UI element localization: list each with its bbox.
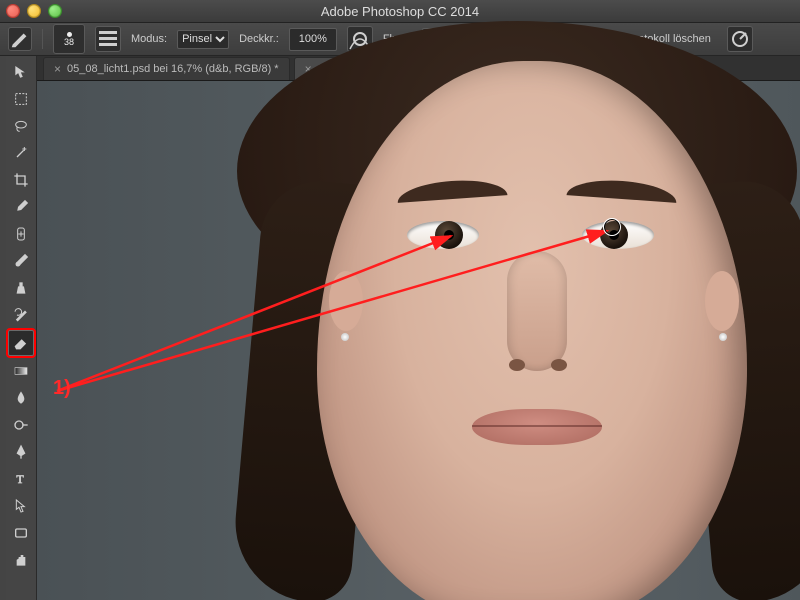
tab-label: 05_08_licht1.psd bei 16,7% (d&b, RGB/8) … [67, 63, 279, 75]
gradient-tool[interactable] [9, 359, 33, 383]
photo-earring [341, 333, 349, 341]
close-window-button[interactable] [6, 4, 20, 18]
crop-tool[interactable] [9, 168, 33, 192]
canvas-area[interactable]: 1) [37, 81, 800, 600]
brush-tool[interactable] [9, 249, 33, 273]
photo-ear [329, 271, 363, 331]
annotation-label: 1) [53, 377, 71, 400]
lasso-tool[interactable] [9, 114, 33, 138]
clone-stamp-tool[interactable] [9, 276, 33, 300]
photo-nose [507, 251, 567, 371]
photo-lips [472, 409, 602, 445]
tools-panel: T [6, 56, 37, 600]
active-tool-icon[interactable] [8, 27, 32, 51]
tab-close-icon[interactable]: × [54, 62, 61, 76]
blur-tool[interactable] [9, 386, 33, 410]
move-tool[interactable] [9, 60, 33, 84]
history-brush-tool[interactable] [9, 303, 33, 327]
brush-size-value: 38 [64, 38, 74, 47]
opacity-label: Deckkr.: [239, 33, 279, 45]
svg-text:T: T [16, 472, 24, 486]
mode-select[interactable]: Pinsel [177, 30, 229, 49]
eraser-tool[interactable] [8, 330, 34, 356]
photo-lipline [472, 425, 602, 427]
hand-tool[interactable] [9, 548, 33, 572]
magic-wand-tool[interactable] [9, 141, 33, 165]
app-title: Adobe Photoshop CC 2014 [321, 4, 479, 19]
healing-brush-tool[interactable] [9, 222, 33, 246]
brush-preset-picker[interactable]: 38 [53, 24, 85, 54]
photo-eye-right [582, 221, 654, 249]
path-selection-tool[interactable] [9, 494, 33, 518]
marquee-tool[interactable] [9, 87, 33, 111]
brush-panel-toggle[interactable] [95, 26, 121, 52]
photo-eye-left [407, 221, 479, 249]
dodge-tool[interactable] [9, 413, 33, 437]
mode-label: Modus: [131, 33, 167, 45]
pen-tool[interactable] [9, 440, 33, 464]
zoom-window-button[interactable] [48, 4, 62, 18]
photo-nostrils [503, 359, 573, 379]
photo-ear [705, 271, 739, 331]
shape-tool[interactable] [9, 521, 33, 545]
window-controls [6, 4, 62, 18]
tablet-pressure-size-toggle[interactable] [727, 26, 753, 52]
document-canvas[interactable]: 1) [37, 81, 800, 600]
minimize-window-button[interactable] [27, 4, 41, 18]
opacity-input[interactable] [289, 28, 337, 51]
eyedropper-tool[interactable] [9, 195, 33, 219]
type-tool[interactable]: T [9, 467, 33, 491]
photo-earring [719, 333, 727, 341]
tab-05_08_licht1[interactable]: × 05_08_licht1.psd bei 16,7% (d&b, RGB/8… [43, 57, 290, 80]
window-titlebar: Adobe Photoshop CC 2014 [0, 0, 800, 23]
